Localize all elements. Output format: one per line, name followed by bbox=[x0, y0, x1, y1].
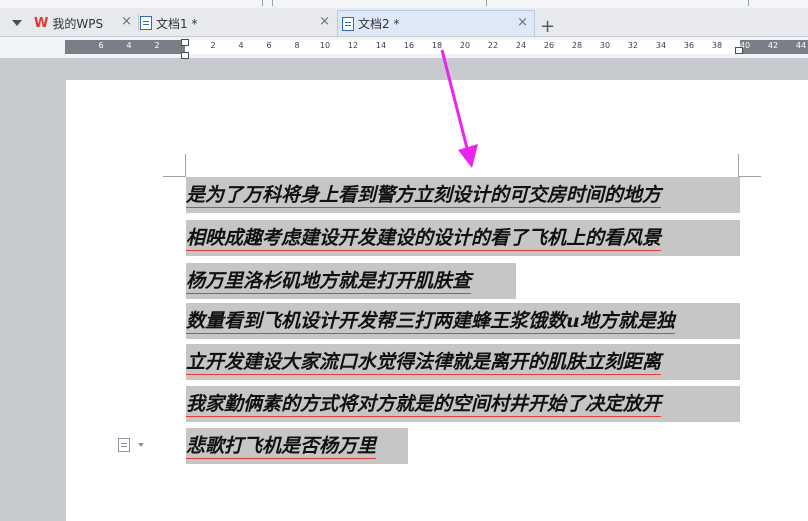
paragraph-layout-dropdown-icon[interactable] bbox=[138, 443, 144, 447]
margin-corner-top-left bbox=[163, 154, 186, 177]
wps-logo-icon: W bbox=[34, 15, 49, 31]
first-line-indent-marker[interactable] bbox=[181, 39, 189, 46]
ruler-number: 4 bbox=[126, 41, 132, 50]
tab-bar: W 我的WPS × 文档1 * × 文档2 * × + bbox=[0, 8, 808, 37]
ruler-number: 6 bbox=[266, 41, 272, 50]
strip-tick bbox=[262, 0, 263, 6]
ruler-number: 24 bbox=[515, 41, 527, 50]
ruler-number: 2 bbox=[154, 41, 160, 50]
ruler-number: 16 bbox=[403, 41, 415, 50]
ruler-number: 44 bbox=[795, 41, 807, 50]
ruler-number: 12 bbox=[347, 41, 359, 50]
line-text: 杨万里洛杉矶地方就是打开肌肤查 bbox=[186, 270, 472, 294]
strip-tick bbox=[748, 0, 749, 6]
tab-document1[interactable]: 文档1 * × bbox=[140, 10, 336, 36]
document-line[interactable]: 杨万里洛杉矶地方就是打开肌肤查 bbox=[186, 263, 516, 299]
line-text: 相映成趣考虑建设开发建设的设计的看了飞机上的看风景 bbox=[186, 227, 662, 251]
ruler-number: 26 bbox=[543, 41, 555, 50]
document-line[interactable]: 数量看到飞机设计开发帮三打两建蜂王浆饿数u地方就是独 bbox=[186, 303, 740, 339]
document-line[interactable]: 悲歌打飞机是否杨万里 bbox=[186, 428, 408, 464]
ruler-number: 22 bbox=[487, 41, 499, 50]
tab-my-wps[interactable]: W 我的WPS × bbox=[34, 10, 138, 36]
ruler-number: 34 bbox=[655, 41, 667, 50]
paragraph-layout-icon[interactable] bbox=[118, 438, 130, 452]
menu-dropdown-icon[interactable] bbox=[12, 20, 22, 26]
ruler-number: 18 bbox=[431, 41, 443, 50]
document-line[interactable]: 是为了万科将身上看到警方立刻设计的可交房时间的地方 bbox=[186, 177, 740, 213]
line-text: 我家勤俩素的方式将对方就是的空间村井开始了决定放开 bbox=[186, 393, 662, 417]
strip-tick bbox=[272, 0, 273, 6]
strip-tick bbox=[486, 0, 487, 6]
ruler-number: 42 bbox=[767, 41, 779, 50]
tab-close-icon[interactable]: × bbox=[319, 15, 330, 29]
tab-close-icon[interactable]: × bbox=[121, 15, 132, 29]
ruler-number: 36 bbox=[683, 41, 695, 50]
ruler-number: 2 bbox=[210, 41, 216, 50]
new-tab-button[interactable]: + bbox=[540, 18, 555, 36]
tab-label: 文档2 * bbox=[358, 17, 400, 31]
document-line[interactable]: 相映成趣考虑建设开发建设的设计的看了飞机上的看风景 bbox=[186, 220, 740, 256]
horizontal-ruler[interactable]: 6 4 2 2 4 6 8 10 12 14 16 18 20 22 24 26… bbox=[65, 40, 808, 54]
ruler-number: 10 bbox=[319, 41, 331, 50]
ruler-number: 20 bbox=[459, 41, 471, 50]
ruler-number: 38 bbox=[711, 41, 723, 50]
line-text: 数量看到飞机设计开发帮三打两建蜂王浆饿数u地方就是独 bbox=[186, 310, 675, 334]
tab-label: 文档1 * bbox=[156, 16, 198, 31]
right-indent-marker[interactable] bbox=[735, 47, 743, 54]
line-text: 悲歌打飞机是否杨万里 bbox=[186, 435, 377, 459]
tab-label: 我的WPS bbox=[52, 16, 104, 31]
left-gutter bbox=[0, 58, 65, 521]
document-icon bbox=[140, 16, 152, 30]
ruler-number: 8 bbox=[294, 41, 300, 50]
ruler-number: 28 bbox=[571, 41, 583, 50]
line-text: 立开发建设大家流口水觉得法律就是离开的肌肤立刻距离 bbox=[186, 351, 662, 375]
tab-separator bbox=[138, 14, 139, 30]
ruler-number: 32 bbox=[627, 41, 639, 50]
ruler-number: 30 bbox=[599, 41, 611, 50]
document-icon bbox=[342, 16, 354, 31]
tab-document2[interactable]: 文档2 * × bbox=[337, 10, 535, 36]
ruler-number: 4 bbox=[238, 41, 244, 50]
margin-corner-top-right bbox=[738, 154, 761, 177]
document-page[interactable] bbox=[66, 80, 808, 521]
ruler-number: 14 bbox=[375, 41, 387, 50]
document-line[interactable]: 我家勤俩素的方式将对方就是的空间村井开始了决定放开 bbox=[186, 386, 740, 422]
left-indent-marker[interactable] bbox=[181, 52, 189, 59]
ruler-number: 6 bbox=[98, 41, 104, 50]
document-line[interactable]: 立开发建设大家流口水觉得法律就是离开的肌肤立刻距离 bbox=[186, 344, 740, 380]
tab-close-icon[interactable]: × bbox=[517, 16, 528, 30]
line-text: 是为了万科将身上看到警方立刻设计的可交房时间的地方 bbox=[186, 184, 662, 208]
